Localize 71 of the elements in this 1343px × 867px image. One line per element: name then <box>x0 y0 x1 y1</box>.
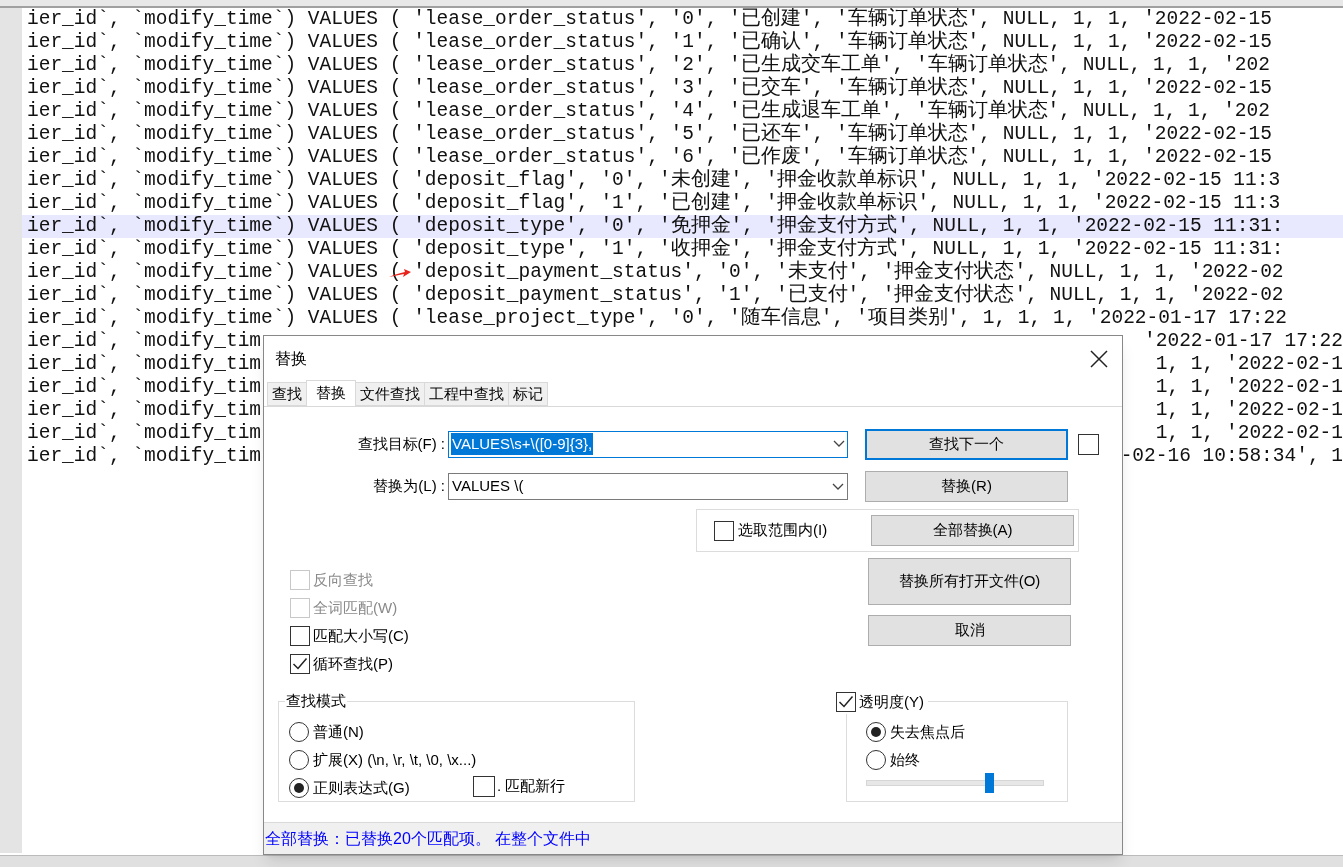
radio-button[interactable] <box>866 750 886 770</box>
code-line: 1, 1, '2022-02-1 <box>1155 353 1343 376</box>
code-line: '2022-01-17 17:22 <box>1144 330 1343 353</box>
code-line: ier_id`, `modify_time`) VALUES ( 'lease_order_status', '2', '已生成交车工单', '车辆订单状态', NULL, 1, 1, '202 <box>27 54 1270 76</box>
code-line: ier_id`, `modify_time`) VALUES ( 'lease_order_status', '6', '已作废', '车辆订单状态', NULL, 1, 1, '2022-02-15 <box>27 146 1272 168</box>
checkbox[interactable] <box>1078 433 1099 455</box>
radio-label: 普通(N) <box>313 721 364 742</box>
checkbox[interactable] <box>290 654 310 674</box>
caret-icon[interactable] <box>832 482 844 491</box>
close-icon[interactable] <box>1090 349 1108 368</box>
radio-label: 失去焦点后 <box>890 721 965 742</box>
code-line: ier_id`, `modify_time`) VALUES ( 'lease_project_type', '0', '随车信息', '项目类别', 1, 1, 1, '2022-01-17 17:22 <box>27 307 1287 330</box>
code-line: ier_id`, `modify_time`) VALUES ( 'lease_order_status', '1', '已确认', '车辆订单状态', NULL, 1, 1, '2022-02-15 <box>27 31 1272 53</box>
radio-button[interactable] <box>289 722 309 742</box>
radio-button[interactable] <box>289 778 309 798</box>
code-line: ier_id`, `modify_tim <box>27 330 262 353</box>
code-line: 1, 1, '2022-02-1 <box>1155 422 1343 445</box>
tab[interactable]: 工程中查找 <box>424 382 509 406</box>
radio-button[interactable] <box>866 722 886 742</box>
group-title: 查找模式 <box>285 691 347 711</box>
radio-label: 扩展(X) (\n, \r, \t, \0, \x...) <box>313 749 477 770</box>
checkbox-label: 循环查找(P) <box>313 653 393 674</box>
code-line: ier_id`, `modify_time`) VALUES ( 'lease_order_status', '3', '已交车', '车辆订单状态', NULL, 1, 1, '2022-02-15 <box>27 77 1272 99</box>
code-line: ier_id`, `modify_tim <box>27 422 262 445</box>
code-line: ier_id`, `modify_time`) VALUES ( 'deposit_type', '1', '收押金', '押金支付方式', NULL, 1, 1, '2022-02-15 11:31: <box>27 238 1284 260</box>
dialog-title: 替换 <box>275 348 307 369</box>
replace-button[interactable]: 替换(R) <box>865 471 1068 502</box>
tab[interactable]: 标记 <box>508 382 548 406</box>
code-line: ier_id`, `modify_time`) VALUES ( 'deposit_payment_status', '1', '已支付', '押金支付状态', NULL, 1, 1, '2022-02 <box>27 284 1284 306</box>
checkbox-label: 透明度(Y) <box>859 692 924 712</box>
code-line: ier_id`, `modify_time`) VALUES ( 'deposit_type', '0', '免押金', '押金支付方式', NULL, 1, 1, '2022-02-15 11:31: <box>27 215 1284 237</box>
replace-text: VALUES \( <box>452 476 524 497</box>
code-line: -02-16 10:58:34', 1 <box>1120 445 1343 468</box>
checkbox[interactable] <box>473 775 495 797</box>
status-text: 全部替换：已替换20个匹配项。 在整个文件中 <box>265 828 592 849</box>
code-line: 1, 1, '2022-02-1 <box>1155 376 1343 399</box>
cancel-button[interactable]: 取消 <box>868 615 1071 646</box>
find-text: VALUES\s+\([0-9]{3}, <box>451 432 594 456</box>
checkbox-label: 选取范围内(I) <box>738 520 829 541</box>
radio-label: 正则表达式(G) <box>313 777 410 798</box>
code-line: ier_id`, `modify_tim <box>27 445 262 468</box>
code-line: ier_id`, `modify_time`) VALUES ( 'lease_order_status', '0', '已创建', '车辆订单状态', NULL, 1, 1, '2022-02-15 <box>27 8 1272 30</box>
checkbox[interactable] <box>836 692 856 713</box>
checkbox-label: 匹配大小写(C) <box>313 625 409 646</box>
replace-all-open-files-button[interactable]: 替换所有打开文件(O) <box>868 558 1071 605</box>
checkbox-label: . 匹配新行 <box>497 776 566 796</box>
code-line: ier_id`, `modify_time`) VALUES ( 'lease_order_status', '5', '已还车', '车辆订单状态', NULL, 1, 1, '2022-02-15 <box>27 123 1272 145</box>
code-line: ier_id`, `modify_tim <box>27 399 262 422</box>
checkbox[interactable] <box>714 520 734 541</box>
caret-icon[interactable] <box>833 440 845 448</box>
code-line: 1, 1, '2022-02-1 <box>1155 399 1343 422</box>
code-line: ier_id`, `modify_tim <box>27 353 262 376</box>
slider-thumb[interactable] <box>985 773 995 793</box>
replace-field[interactable]: VALUES \( <box>448 473 848 500</box>
replace-all-button[interactable]: 全部替换(A) <box>871 515 1074 546</box>
checkbox-label: 全词匹配(W) <box>313 597 398 618</box>
radio-button[interactable] <box>289 750 309 770</box>
code-line: ier_id`, `modify_tim <box>27 376 262 399</box>
code-line: ier_id`, `modify_time`) VALUES ( 'lease_order_status', '4', '已生成退车工单', '车辆订单状态', NULL, 1, 1, '202 <box>27 100 1270 122</box>
replace-label: 替换为(L) : <box>372 476 446 497</box>
tab[interactable]: 查找 <box>267 382 307 406</box>
find-field[interactable]: VALUES\s+\([0-9]{3}, <box>448 430 848 458</box>
find-label: 查找目标(F) : <box>356 433 446 454</box>
radio-label: 始终 <box>890 749 920 770</box>
checkbox[interactable] <box>290 626 310 646</box>
code-line: ier_id`, `modify_time`) VALUES ( 'deposit_flag', '0', '未创建', '押金收款单标识', NULL, 1, 1, '2022-02-15 11:3 <box>27 169 1281 191</box>
code-line: ier_id`, `modify_time`) VALUES ( 'deposit_flag', '1', '已创建', '押金收款单标识', NULL, 1, 1, '2022-02-15 11:3 <box>27 192 1281 214</box>
find-next-button[interactable]: 查找下一个 <box>865 428 1068 460</box>
code-line: ier_id`, `modify_time`) VALUES ( 'deposit_payment_status', '0', '未支付', '押金支付状态', NULL, 1, 1, '2022-02 <box>27 261 1284 283</box>
tab[interactable]: 文件查找 <box>355 382 425 406</box>
checkbox-label: 反向查找 <box>313 569 373 590</box>
